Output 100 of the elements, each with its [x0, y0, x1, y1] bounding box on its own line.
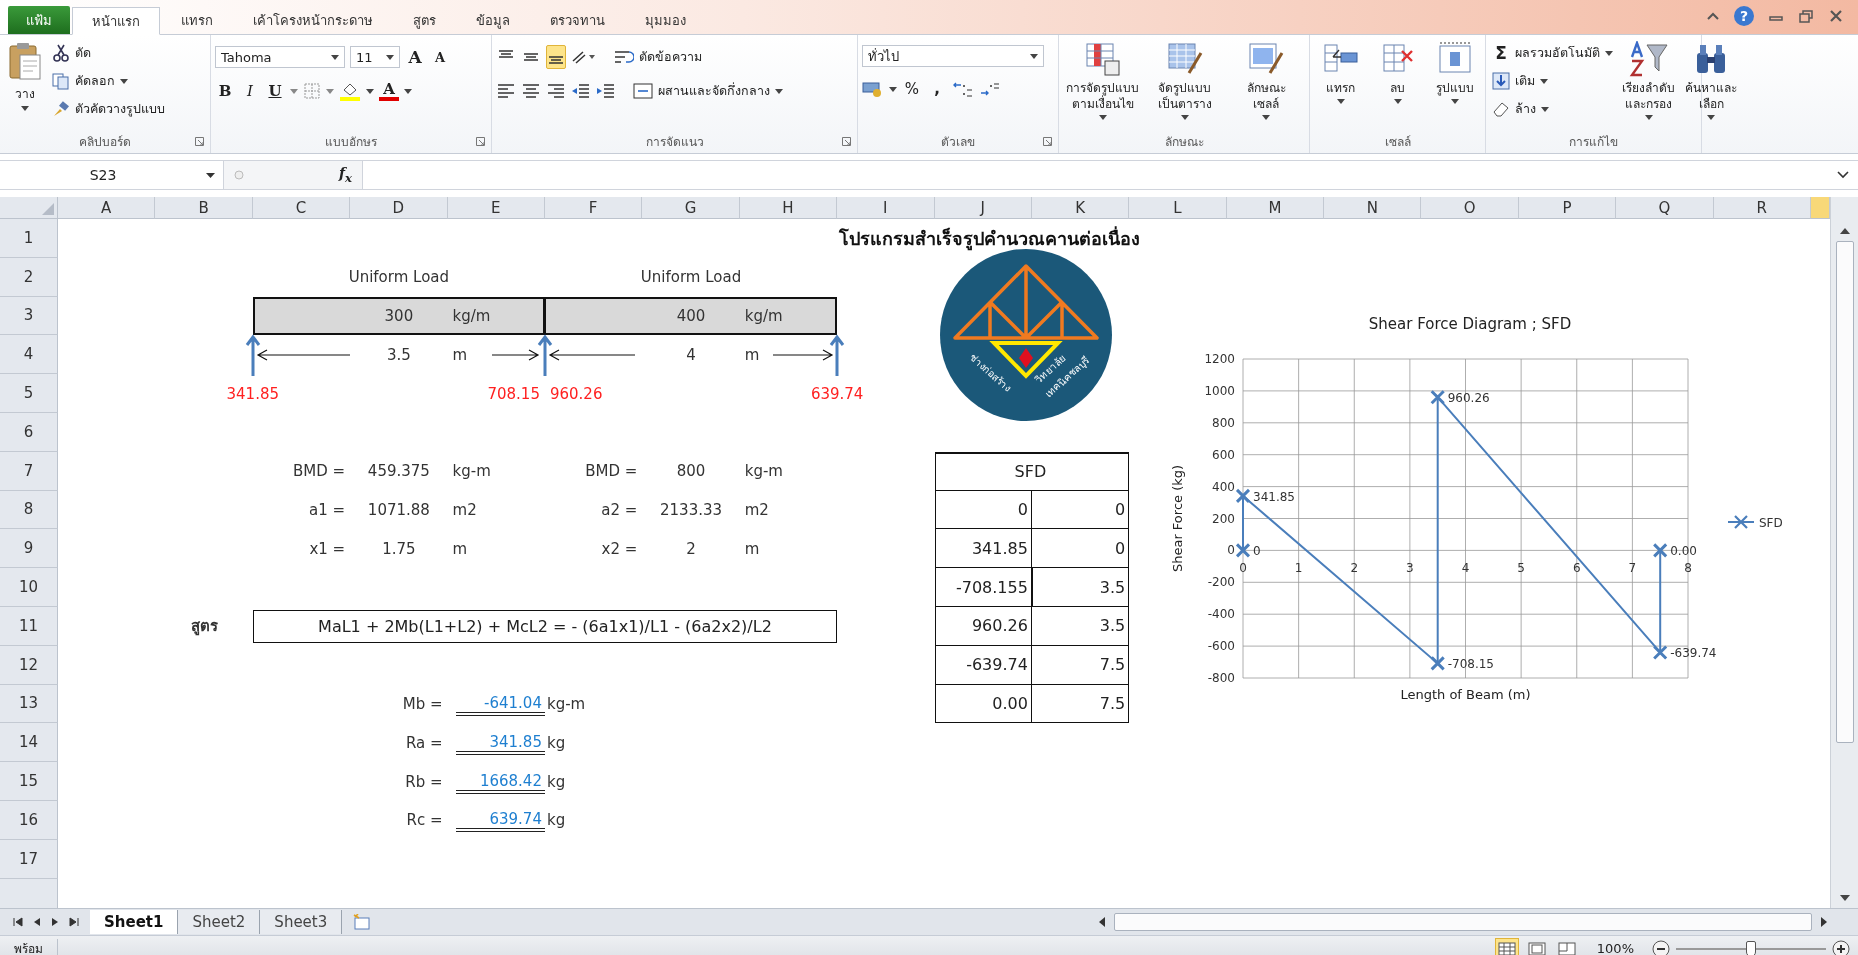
ribbon-tab[interactable]: ตรวจทาน: [531, 6, 624, 34]
column-header[interactable]: L: [1129, 197, 1227, 219]
column-header[interactable]: N: [1324, 197, 1422, 219]
cut-button[interactable]: ตัด: [50, 41, 167, 65]
ribbon-tab[interactable]: ข้อมูล: [457, 6, 529, 34]
increase-decimal-icon[interactable]: [952, 80, 974, 98]
fill-button[interactable]: เติม: [1490, 69, 1615, 93]
row-header[interactable]: 3: [0, 296, 58, 336]
row-header[interactable]: 6: [0, 413, 58, 452]
column-header[interactable]: G: [642, 197, 740, 219]
row-header[interactable]: 10: [0, 568, 58, 607]
copy-button[interactable]: คัดลอก: [50, 69, 167, 93]
align-center-icon[interactable]: [521, 83, 541, 99]
row-header[interactable]: 16: [0, 800, 58, 840]
comma-button[interactable]: ,: [927, 77, 947, 101]
ribbon-tab[interactable]: หน้าแรก: [72, 7, 160, 35]
column-header[interactable]: E: [447, 197, 545, 219]
row-header[interactable]: 1: [0, 219, 58, 258]
vertical-align-button[interactable]: [546, 45, 566, 69]
orientation-icon[interactable]: [571, 49, 597, 65]
sort-button[interactable]: เรียงลำดับ และกรอง: [1619, 41, 1678, 121]
shrink-font-button[interactable]: A: [430, 45, 450, 69]
scroll-thumb[interactable]: [1835, 241, 1854, 743]
restore-icon[interactable]: [1798, 9, 1814, 23]
column-header[interactable]: I: [837, 197, 935, 219]
ribbon-tab[interactable]: เค้าโครงหน้ากระดาษ: [234, 6, 392, 34]
row-header[interactable]: 12: [0, 645, 58, 685]
percent-button[interactable]: %: [902, 77, 922, 101]
underline-button[interactable]: U: [265, 79, 285, 103]
autosum-button[interactable]: Σ ผลรวมอัตโนมัติ: [1490, 41, 1615, 65]
row-header[interactable]: 9: [0, 529, 58, 569]
clear-button[interactable]: ล้าง: [1490, 97, 1615, 121]
column-header[interactable]: M: [1226, 197, 1325, 219]
ribbon-tab[interactable]: สูตร: [394, 6, 455, 34]
format-painter-button[interactable]: ตัวคัดวางรูปแบบ: [50, 97, 167, 121]
column-header[interactable]: B: [155, 197, 253, 219]
column-header[interactable]: J: [934, 197, 1032, 219]
font-color-button[interactable]: A: [379, 81, 399, 101]
row-header[interactable]: 7: [0, 451, 58, 491]
currency-icon[interactable]: [862, 80, 884, 98]
vertical-scrollbar[interactable]: [1830, 197, 1858, 908]
font-size-field[interactable]: 11: [350, 46, 400, 68]
sheet-tab[interactable]: Sheet3: [260, 910, 343, 934]
column-header[interactable]: P: [1518, 197, 1617, 219]
column-header[interactable]: A: [58, 197, 156, 219]
increase-indent-icon[interactable]: [596, 83, 616, 99]
row-header[interactable]: 8: [0, 490, 58, 530]
number-format-field[interactable]: ทั่วไป: [862, 45, 1044, 67]
zoom-in-icon[interactable]: [1832, 939, 1850, 955]
column-header[interactable]: K: [1031, 197, 1130, 219]
row-header[interactable]: 5: [0, 374, 58, 413]
font-name-field[interactable]: Tahoma: [215, 46, 345, 68]
decrease-decimal-icon[interactable]: [979, 80, 1001, 98]
dialog-launcher-icon[interactable]: [476, 137, 485, 146]
ribbon-tab[interactable]: มุมมอง: [626, 6, 705, 34]
paste-button[interactable]: วาง: [4, 41, 46, 111]
format-button[interactable]: รูปแบบ: [1428, 41, 1481, 105]
zoom-level[interactable]: 100%: [1584, 941, 1646, 955]
sheet-tab[interactable]: Sheet1: [90, 910, 179, 934]
column-header[interactable]: Q: [1616, 197, 1714, 219]
align-left-icon[interactable]: [496, 83, 516, 99]
previous-sheet-icon[interactable]: [32, 916, 42, 928]
close-icon[interactable]: [1828, 9, 1844, 23]
dialog-launcher-icon[interactable]: [1043, 137, 1052, 146]
ribbon-tab[interactable]: แฟ้ม: [8, 6, 70, 34]
column-header[interactable]: R: [1713, 197, 1812, 219]
wrap-text-button[interactable]: ตัดข้อความ: [612, 45, 704, 69]
first-sheet-icon[interactable]: [12, 916, 24, 928]
table-button[interactable]: จัดรูปแบบ เป็นตาราง: [1146, 41, 1224, 121]
sheet-tab[interactable]: Sheet2: [178, 910, 261, 934]
row-header[interactable]: 17: [0, 839, 58, 879]
row-header[interactable]: 4: [0, 335, 58, 375]
insert-function-button[interactable]: f$_{x}$: [339, 165, 352, 185]
conditional-button[interactable]: การจัดรูปแบบ ตามเงื่อนไข: [1063, 41, 1142, 121]
next-sheet-icon[interactable]: [50, 916, 60, 928]
row-header[interactable]: 2: [0, 257, 58, 297]
ribbon-tab[interactable]: แทรก: [162, 6, 232, 34]
cell-styles-button[interactable]: ลักษณะ เซลล์: [1227, 41, 1305, 121]
zoom-out-icon[interactable]: [1652, 939, 1670, 955]
column-header[interactable]: D: [350, 197, 448, 219]
bold-button[interactable]: B: [215, 79, 235, 103]
column-header[interactable]: H: [739, 197, 838, 219]
insert-button[interactable]: แทรก: [1314, 41, 1367, 105]
normal-view-button[interactable]: [1494, 937, 1519, 955]
dialog-launcher-icon[interactable]: [842, 137, 851, 146]
column-header[interactable]: F: [544, 197, 643, 219]
decrease-indent-icon[interactable]: [571, 83, 591, 99]
row-header[interactable]: 11: [0, 606, 58, 646]
grow-font-button[interactable]: A: [405, 45, 425, 69]
zoom-slider-thumb[interactable]: [1746, 940, 1756, 955]
delete-button[interactable]: ลบ: [1371, 41, 1424, 105]
fill-color-icon[interactable]: [339, 81, 361, 101]
row-header[interactable]: 15: [0, 762, 58, 801]
merge-center-button[interactable]: ผสานและจัดกึ่งกลาง: [631, 79, 785, 103]
column-header[interactable]: C: [252, 197, 351, 219]
find-button[interactable]: ค้นหาและ เลือก: [1682, 41, 1740, 121]
italic-button[interactable]: I: [240, 79, 260, 103]
row-header[interactable]: 13: [0, 684, 58, 724]
dialog-launcher-icon[interactable]: [195, 137, 204, 146]
column-header[interactable]: O: [1421, 197, 1519, 219]
